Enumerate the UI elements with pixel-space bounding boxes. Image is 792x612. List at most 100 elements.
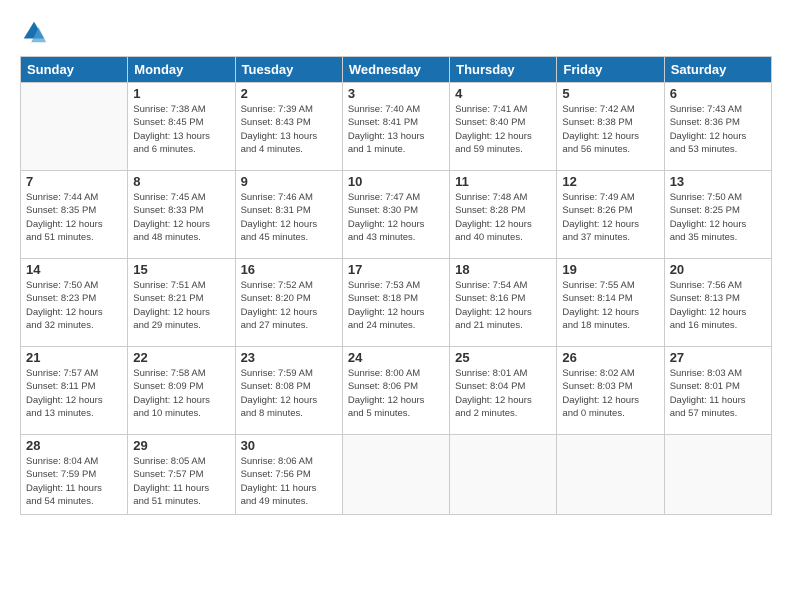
day-info: Sunrise: 8:05 AM Sunset: 7:57 PM Dayligh… [133,455,229,508]
day-number: 11 [455,174,551,189]
day-info: Sunrise: 7:43 AM Sunset: 8:36 PM Dayligh… [670,103,766,156]
day-info: Sunrise: 7:56 AM Sunset: 8:13 PM Dayligh… [670,279,766,332]
day-info: Sunrise: 7:51 AM Sunset: 8:21 PM Dayligh… [133,279,229,332]
calendar-cell: 1 Sunrise: 7:38 AM Sunset: 8:45 PM Daylig… [128,83,235,171]
calendar-cell [450,435,557,515]
day-number: 5 [562,86,658,101]
calendar-cell: 15 Sunrise: 7:51 AM Sunset: 8:21 PM Dayli… [128,259,235,347]
calendar-week-1: 1 Sunrise: 7:38 AM Sunset: 8:45 PM Daylig… [21,83,772,171]
calendar-header-thursday: Thursday [450,57,557,83]
calendar-cell [342,435,449,515]
day-number: 7 [26,174,122,189]
calendar-cell: 18 Sunrise: 7:54 AM Sunset: 8:16 PM Dayli… [450,259,557,347]
day-number: 17 [348,262,444,277]
day-number: 27 [670,350,766,365]
day-number: 14 [26,262,122,277]
day-info: Sunrise: 8:01 AM Sunset: 8:04 PM Dayligh… [455,367,551,420]
calendar-cell: 25 Sunrise: 8:01 AM Sunset: 8:04 PM Dayli… [450,347,557,435]
calendar-cell: 19 Sunrise: 7:55 AM Sunset: 8:14 PM Dayli… [557,259,664,347]
day-number: 10 [348,174,444,189]
calendar-table: SundayMondayTuesdayWednesdayThursdayFrid… [20,56,772,515]
calendar-cell: 4Sunrise: 7:41 AM Sunset: 8:40 PM Daylig… [450,83,557,171]
calendar-cell: 5Sunrise: 7:42 AM Sunset: 8:38 PM Daylig… [557,83,664,171]
calendar-cell: 28 Sunrise: 8:04 AM Sunset: 7:59 PM Dayli… [21,435,128,515]
day-number: 22 [133,350,229,365]
day-number: 2 [241,86,337,101]
calendar-cell: 13Sunrise: 7:50 AM Sunset: 8:25 PM Dayli… [664,171,771,259]
calendar-cell: 7 Sunrise: 7:44 AM Sunset: 8:35 PM Daylig… [21,171,128,259]
day-number: 18 [455,262,551,277]
calendar-cell: 9 Sunrise: 7:46 AM Sunset: 8:31 PM Daylig… [235,171,342,259]
day-info: Sunrise: 7:49 AM Sunset: 8:26 PM Dayligh… [562,191,658,244]
day-info: Sunrise: 7:39 AM Sunset: 8:43 PM Dayligh… [241,103,337,156]
day-info: Sunrise: 7:44 AM Sunset: 8:35 PM Dayligh… [26,191,122,244]
day-number: 9 [241,174,337,189]
calendar-cell: 8 Sunrise: 7:45 AM Sunset: 8:33 PM Daylig… [128,171,235,259]
day-info: Sunrise: 7:52 AM Sunset: 8:20 PM Dayligh… [241,279,337,332]
calendar-cell: 6 Sunrise: 7:43 AM Sunset: 8:36 PM Daylig… [664,83,771,171]
day-info: Sunrise: 7:50 AM Sunset: 8:23 PM Dayligh… [26,279,122,332]
day-info: Sunrise: 7:47 AM Sunset: 8:30 PM Dayligh… [348,191,444,244]
calendar-cell [557,435,664,515]
calendar-header-tuesday: Tuesday [235,57,342,83]
day-number: 28 [26,438,122,453]
day-info: Sunrise: 7:38 AM Sunset: 8:45 PM Dayligh… [133,103,229,156]
calendar-cell: 30Sunrise: 8:06 AM Sunset: 7:56 PM Dayli… [235,435,342,515]
day-info: Sunrise: 7:41 AM Sunset: 8:40 PM Dayligh… [455,103,551,156]
day-number: 15 [133,262,229,277]
header [20,18,772,46]
day-number: 19 [562,262,658,277]
day-number: 3 [348,86,444,101]
calendar-cell [21,83,128,171]
day-info: Sunrise: 7:58 AM Sunset: 8:09 PM Dayligh… [133,367,229,420]
day-info: Sunrise: 8:04 AM Sunset: 7:59 PM Dayligh… [26,455,122,508]
day-info: Sunrise: 7:50 AM Sunset: 8:25 PM Dayligh… [670,191,766,244]
calendar-header-wednesday: Wednesday [342,57,449,83]
calendar-cell: 22 Sunrise: 7:58 AM Sunset: 8:09 PM Dayli… [128,347,235,435]
calendar-header-friday: Friday [557,57,664,83]
day-info: Sunrise: 7:46 AM Sunset: 8:31 PM Dayligh… [241,191,337,244]
day-info: Sunrise: 7:54 AM Sunset: 8:16 PM Dayligh… [455,279,551,332]
calendar-cell: 17 Sunrise: 7:53 AM Sunset: 8:18 PM Dayli… [342,259,449,347]
calendar-week-5: 28 Sunrise: 8:04 AM Sunset: 7:59 PM Dayli… [21,435,772,515]
day-number: 25 [455,350,551,365]
calendar-cell: 29 Sunrise: 8:05 AM Sunset: 7:57 PM Dayli… [128,435,235,515]
calendar-cell [664,435,771,515]
calendar-header-row: SundayMondayTuesdayWednesdayThursdayFrid… [21,57,772,83]
day-number: 21 [26,350,122,365]
day-info: Sunrise: 7:57 AM Sunset: 8:11 PM Dayligh… [26,367,122,420]
calendar-header-monday: Monday [128,57,235,83]
calendar-cell: 10 Sunrise: 7:47 AM Sunset: 8:30 PM Dayli… [342,171,449,259]
day-info: Sunrise: 8:06 AM Sunset: 7:56 PM Dayligh… [241,455,337,508]
calendar-cell: 24Sunrise: 8:00 AM Sunset: 8:06 PM Dayli… [342,347,449,435]
calendar-cell: 16Sunrise: 7:52 AM Sunset: 8:20 PM Dayli… [235,259,342,347]
day-number: 23 [241,350,337,365]
day-number: 26 [562,350,658,365]
logo-icon [20,18,48,46]
calendar-header-sunday: Sunday [21,57,128,83]
calendar-cell: 20 Sunrise: 7:56 AM Sunset: 8:13 PM Dayli… [664,259,771,347]
calendar-week-4: 21 Sunrise: 7:57 AM Sunset: 8:11 PM Dayli… [21,347,772,435]
calendar-week-3: 14 Sunrise: 7:50 AM Sunset: 8:23 PM Dayli… [21,259,772,347]
day-info: Sunrise: 7:40 AM Sunset: 8:41 PM Dayligh… [348,103,444,156]
calendar-cell: 27Sunrise: 8:03 AM Sunset: 8:01 PM Dayli… [664,347,771,435]
day-number: 29 [133,438,229,453]
calendar-cell: 12Sunrise: 7:49 AM Sunset: 8:26 PM Dayli… [557,171,664,259]
day-number: 1 [133,86,229,101]
calendar-cell: 23 Sunrise: 7:59 AM Sunset: 8:08 PM Dayli… [235,347,342,435]
calendar-header-saturday: Saturday [664,57,771,83]
logo [20,18,52,46]
day-number: 20 [670,262,766,277]
calendar-cell: 21 Sunrise: 7:57 AM Sunset: 8:11 PM Dayli… [21,347,128,435]
day-info: Sunrise: 8:00 AM Sunset: 8:06 PM Dayligh… [348,367,444,420]
day-info: Sunrise: 7:45 AM Sunset: 8:33 PM Dayligh… [133,191,229,244]
calendar-cell: 2 Sunrise: 7:39 AM Sunset: 8:43 PM Daylig… [235,83,342,171]
calendar-cell: 3 Sunrise: 7:40 AM Sunset: 8:41 PM Daylig… [342,83,449,171]
day-info: Sunrise: 7:53 AM Sunset: 8:18 PM Dayligh… [348,279,444,332]
day-info: Sunrise: 8:02 AM Sunset: 8:03 PM Dayligh… [562,367,658,420]
calendar-cell: 14 Sunrise: 7:50 AM Sunset: 8:23 PM Dayli… [21,259,128,347]
day-number: 6 [670,86,766,101]
day-info: Sunrise: 7:55 AM Sunset: 8:14 PM Dayligh… [562,279,658,332]
day-info: Sunrise: 7:59 AM Sunset: 8:08 PM Dayligh… [241,367,337,420]
day-number: 8 [133,174,229,189]
